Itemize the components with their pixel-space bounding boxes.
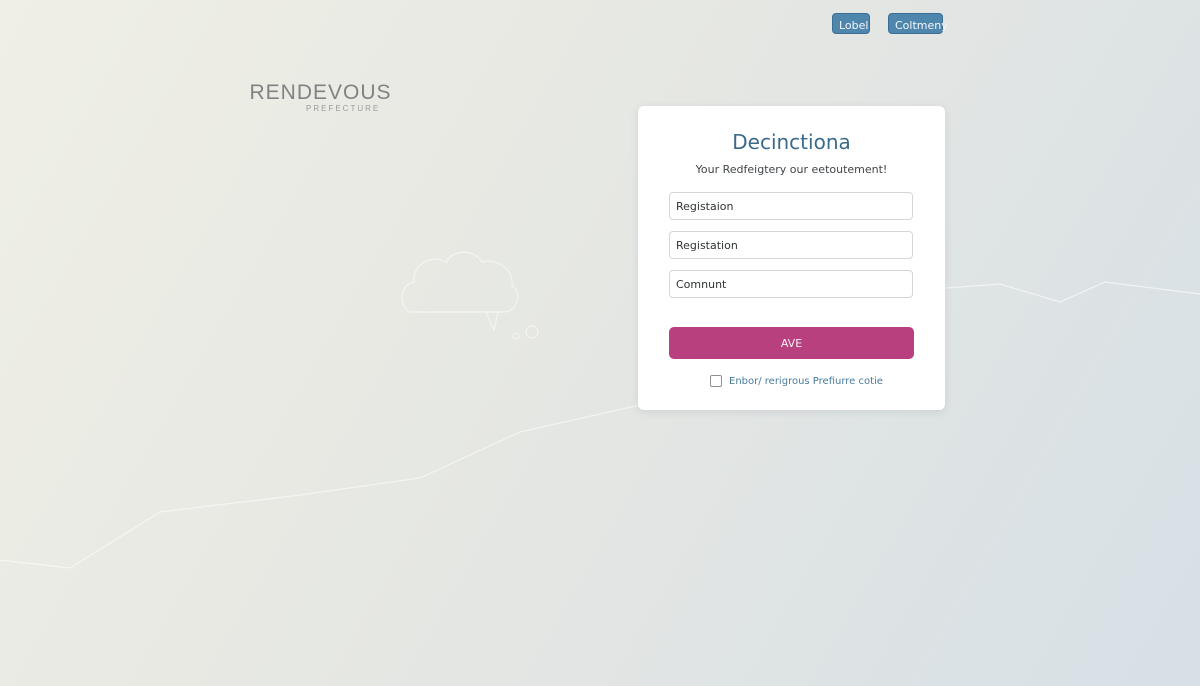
preference-checkbox[interactable] <box>710 375 722 387</box>
registration-field-1[interactable] <box>669 192 913 220</box>
brand-name: RENDEVOUS <box>249 81 392 104</box>
preference-checkbox-label: Enbor/ rerigrous Prefiurre cotie <box>729 375 883 387</box>
save-button[interactable]: AVE <box>669 327 914 359</box>
company-button[interactable]: Coltmeny <box>888 13 948 34</box>
form-title: Decinctiona <box>732 130 851 154</box>
background-decoration <box>0 251 1200 569</box>
lobel-button[interactable]: Lobel <box>832 13 870 34</box>
comment-field[interactable] <box>669 270 913 298</box>
cloud-icon <box>401 251 539 340</box>
preference-checkbox-row[interactable]: Enbor/ rerigrous Prefiurre cotie <box>710 374 883 388</box>
form-subtitle: Your Redfeigtery our eetoutement! <box>695 163 888 176</box>
registration-card: Decinctiona Your Redfeigtery our eetoute… <box>638 106 945 410</box>
brand-tagline: PREFECTURE <box>306 104 381 113</box>
brand-logo: RENDEVOUS PREFECTURE <box>248 81 393 114</box>
registration-field-2[interactable] <box>669 231 913 259</box>
